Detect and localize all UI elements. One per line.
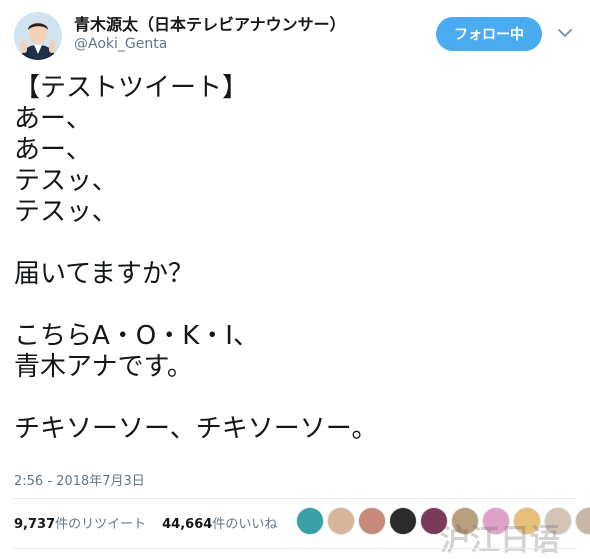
liker-avatar[interactable]	[358, 507, 386, 535]
tweet-line: 【テストツイート】	[14, 73, 249, 103]
watermark: 沪江日语	[440, 523, 560, 558]
retweets-stat[interactable]: 9,737件のリツイート	[14, 513, 146, 532]
avatar[interactable]	[14, 12, 62, 60]
tweet-timestamp[interactable]: 2:56 - 2018年7月3日	[14, 470, 145, 489]
display-name[interactable]: 青木源太（日本テレビアナウンサー）	[74, 11, 346, 35]
tweet-line: こちらA・O・K・I、	[14, 321, 259, 351]
tweet-line: あー、	[14, 135, 92, 165]
chevron-down-icon[interactable]	[556, 24, 574, 42]
likes-stat[interactable]: 44,664件のいいね	[162, 513, 277, 532]
retweets-label: 件のリツイート	[55, 517, 147, 532]
user-handle[interactable]: @Aoki_Genta	[74, 36, 167, 52]
tweet-line: テスッ、	[14, 197, 118, 227]
retweets-count: 9,737	[14, 517, 56, 532]
divider	[14, 498, 576, 499]
avatar-image	[14, 12, 62, 60]
tweet-header: 青木源太（日本テレビアナウンサー） @Aoki_Genta フォロー中	[0, 0, 590, 64]
following-button[interactable]: フォロー中	[436, 17, 542, 51]
liker-avatar[interactable]	[575, 507, 590, 535]
tweet-line: 青木アナです。	[14, 352, 193, 382]
liker-avatar[interactable]	[296, 507, 324, 535]
tweet-line: 届いてますか？	[14, 259, 194, 289]
liker-avatar[interactable]	[327, 507, 355, 535]
likes-label: 件のいいね	[212, 517, 278, 532]
tweet-stats: 9,737件のリツイート 44,664件のいいね	[14, 513, 277, 532]
tweet-line: チキソーソー、チキソーソー。	[14, 414, 378, 444]
tweet-text: 【テストツイート】 あー、 あー、 テスッ、 テスッ、 届いてますか？ こちらA…	[14, 73, 574, 445]
likes-count: 44,664	[162, 517, 213, 532]
tweet-line: テスッ、	[14, 166, 118, 196]
divider	[14, 548, 576, 549]
liker-avatar[interactable]	[389, 507, 417, 535]
tweet-line: あー、	[14, 104, 92, 134]
